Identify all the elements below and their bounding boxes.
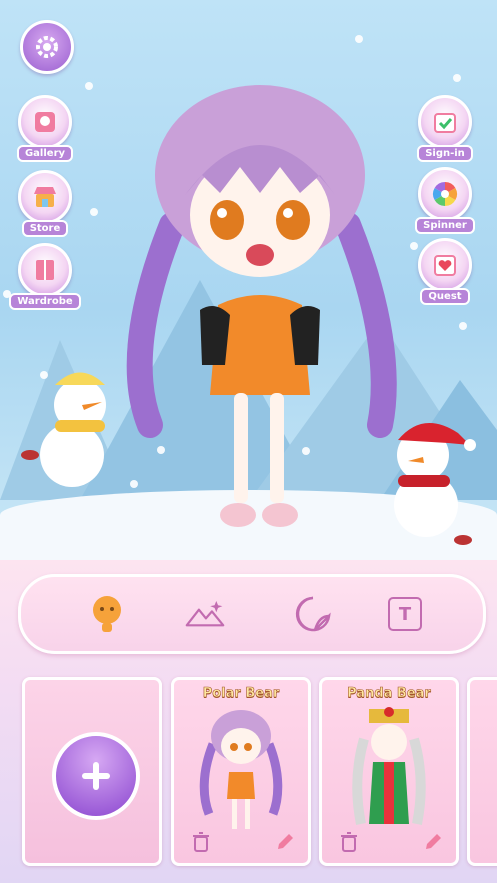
edit-button[interactable] xyxy=(274,831,296,853)
edit-button[interactable] xyxy=(422,831,444,853)
gallery-icon xyxy=(35,112,55,132)
tool-sticker[interactable] xyxy=(293,594,333,634)
trash-icon xyxy=(341,832,357,852)
gear-icon xyxy=(36,36,58,58)
sign-in-label: Sign-in xyxy=(417,145,473,162)
gallery-circle xyxy=(18,95,72,149)
sticker-icon xyxy=(295,596,331,632)
snowflake xyxy=(453,74,461,82)
add-character-card[interactable] xyxy=(22,677,162,866)
card-title: Panda Bear xyxy=(347,686,431,702)
delete-button[interactable] xyxy=(190,831,212,853)
wardrobe-circle xyxy=(18,243,72,297)
quest-circle xyxy=(418,238,472,292)
wardrobe-icon xyxy=(36,260,54,280)
snowflake xyxy=(90,208,98,216)
character-thumbnail xyxy=(199,710,283,829)
plus-icon xyxy=(82,762,110,790)
tool-character[interactable] xyxy=(87,594,127,634)
wardrobe-label: Wardrobe xyxy=(9,293,81,310)
sign-in-circle xyxy=(418,95,472,149)
color-wheel-icon xyxy=(432,182,458,206)
spinner-label: Spinner xyxy=(415,217,475,234)
delete-button[interactable] xyxy=(338,831,360,853)
quest-label: Quest xyxy=(420,288,470,305)
snowflake xyxy=(85,82,93,90)
spinner-circle xyxy=(418,167,472,221)
store-label: Store xyxy=(21,220,69,237)
gallery-button[interactable]: Gallery xyxy=(15,95,75,162)
tool-background[interactable] xyxy=(185,594,225,634)
mountain-icon xyxy=(185,600,225,627)
text-icon: T xyxy=(388,597,422,631)
plus-button[interactable] xyxy=(52,732,140,820)
gallery-label: Gallery xyxy=(16,145,74,162)
calendar-check-icon xyxy=(434,113,456,133)
character-card[interactable]: Polar Bear xyxy=(171,677,311,866)
snowman-right xyxy=(394,423,476,545)
character-card[interactable]: Panda Bear xyxy=(319,677,459,866)
snowflake xyxy=(459,322,467,330)
pencil-icon xyxy=(426,834,441,849)
text-tool-label: T xyxy=(398,603,412,625)
store-button[interactable]: Store xyxy=(15,170,75,237)
sign-in-button[interactable]: Sign-in xyxy=(415,95,475,162)
card-title: Polar Bear xyxy=(202,686,280,702)
store-circle xyxy=(18,170,72,224)
character-icon xyxy=(93,596,121,632)
pencil-icon xyxy=(278,834,293,849)
settings-button[interactable] xyxy=(17,20,77,74)
category-toolbar: T xyxy=(18,574,486,654)
settings-circle xyxy=(20,20,74,74)
wardrobe-button[interactable]: Wardrobe xyxy=(9,243,81,310)
snowman-left xyxy=(21,372,106,487)
heart-calendar-icon xyxy=(434,255,456,276)
character-thumbnail xyxy=(352,707,426,825)
character-card-partial[interactable] xyxy=(467,677,497,866)
trash-icon xyxy=(193,832,209,852)
spinner-button[interactable]: Spinner xyxy=(415,167,475,234)
store-icon xyxy=(34,187,56,207)
quest-button[interactable]: Quest xyxy=(415,238,475,305)
snowflake xyxy=(355,35,363,43)
tool-text[interactable]: T xyxy=(385,594,425,634)
chibi-character[interactable] xyxy=(110,75,410,545)
